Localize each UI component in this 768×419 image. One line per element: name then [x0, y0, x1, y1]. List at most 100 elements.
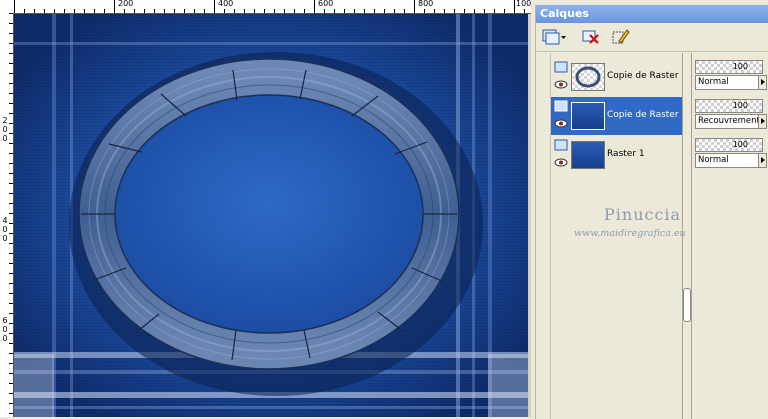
opacity-slider[interactable]: 100 [695, 138, 763, 152]
ruler-tick [524, 9, 525, 13]
ruler-tick [84, 9, 85, 13]
blend-mode-select[interactable]: Recouvrement [695, 114, 759, 129]
ruler-tick [9, 213, 13, 214]
ruler-tick [164, 9, 165, 13]
ruler-tick [384, 9, 385, 13]
ruler-label: 0 [2, 234, 8, 243]
blend-mode-select[interactable]: Normal [695, 153, 759, 168]
ruler-tick [9, 413, 13, 414]
layers-toolbar [536, 23, 768, 52]
ruler-tick [364, 9, 365, 13]
ruler-tick [514, 0, 515, 13]
ruler-tick [9, 103, 13, 104]
ruler-tick [374, 9, 375, 13]
eye-icon[interactable] [554, 119, 568, 128]
ruler-tick [9, 63, 13, 64]
ruler-tick [9, 43, 13, 44]
ruler-tick [9, 383, 13, 384]
layer-name: Copie de Raster 1 [607, 71, 688, 81]
ruler-tick [104, 9, 105, 13]
ruler-tick [294, 9, 295, 13]
layer-row[interactable]: Raster 1 [551, 136, 683, 174]
ruler-tick [154, 9, 155, 13]
canvas-artwork [14, 14, 528, 417]
ruler-tick [464, 9, 465, 13]
eye-icon[interactable] [554, 158, 568, 167]
brush-edit-icon[interactable] [610, 27, 632, 47]
layer-properties: 100 Recouvrement [695, 97, 768, 135]
ruler-label: 800 [418, 0, 434, 8]
ruler-tick [9, 23, 13, 24]
ruler-tick [274, 9, 275, 13]
ruler-tick [9, 343, 13, 344]
ruler-label: 200 [118, 0, 134, 8]
opacity-slider[interactable]: 100 [695, 99, 763, 113]
ruler-label: 6 [2, 316, 8, 325]
eye-icon[interactable] [554, 80, 568, 89]
watermark-name: Pinuccia [604, 205, 682, 224]
ruler-tick [9, 393, 13, 394]
ruler-tick [474, 9, 475, 13]
left-ruler: 200400600 [0, 13, 14, 417]
ruler-tick [284, 9, 285, 13]
ruler-tick [9, 173, 13, 174]
ruler-tick [184, 9, 185, 13]
ruler-tick [9, 13, 13, 14]
ruler-tick [9, 113, 13, 114]
ruler-tick [424, 9, 425, 13]
ruler-tick [404, 9, 405, 13]
layer-name: Copie de Raster 1 [607, 110, 688, 120]
ruler-tick [314, 0, 315, 13]
ruler-tick [9, 73, 13, 74]
ruler-tick [14, 0, 15, 13]
ruler-label: 2 [2, 116, 8, 125]
delete-layer-icon[interactable] [580, 27, 602, 47]
ruler-tick [9, 273, 13, 274]
opacity-slider[interactable]: 100 [695, 60, 763, 74]
ruler-tick [9, 83, 13, 84]
blend-dropdown-arrow-icon[interactable] [758, 75, 767, 90]
ruler-tick [74, 9, 75, 13]
ruler-tick [9, 263, 13, 264]
ruler-label: 0 [2, 125, 8, 134]
ruler-tick [344, 9, 345, 13]
ruler-tick [54, 9, 55, 13]
ruler-tick [9, 373, 13, 374]
ruler-tick [9, 353, 13, 354]
ruler-tick [504, 9, 505, 13]
splitter-handle[interactable] [683, 288, 691, 322]
blend-dropdown-arrow-icon[interactable] [758, 153, 767, 168]
ruler-tick [9, 153, 13, 154]
ruler-tick [444, 9, 445, 13]
ruler-tick [9, 33, 13, 34]
ruler-tick [9, 193, 13, 194]
layer-row[interactable]: Copie de Raster 1 [551, 58, 687, 96]
image-canvas[interactable] [14, 14, 528, 417]
new-layer-icon[interactable] [540, 27, 568, 47]
ruler-tick [24, 9, 25, 13]
ruler-label: 400 [218, 0, 234, 8]
canvas-scrollbar[interactable] [528, 14, 531, 417]
ruler-tick [9, 163, 13, 164]
blend-mode-select[interactable]: Normal [695, 75, 759, 90]
watermark-url: www.maidiregrafica.eu [574, 228, 686, 239]
ruler-tick [34, 9, 35, 13]
ruler-tick [9, 53, 13, 54]
ruler-tick [9, 293, 13, 294]
ruler-tick [9, 183, 13, 184]
ruler-label: 0 [2, 134, 8, 143]
layer-row-selected[interactable]: Copie de Raster 1 [551, 97, 687, 135]
ruler-tick [114, 0, 115, 13]
ruler-tick [94, 9, 95, 13]
ruler-tick [9, 253, 13, 254]
ruler-tick [64, 9, 65, 13]
opacity-value: 100 [732, 140, 748, 149]
ruler-tick [334, 9, 335, 13]
opacity-value: 100 [732, 62, 748, 71]
ruler-tick [174, 9, 175, 13]
ruler-tick [434, 9, 435, 13]
ruler-tick [204, 9, 205, 13]
raster-layer-icon [554, 139, 568, 151]
ruler-tick [254, 9, 255, 13]
blend-dropdown-arrow-icon[interactable] [758, 114, 767, 129]
